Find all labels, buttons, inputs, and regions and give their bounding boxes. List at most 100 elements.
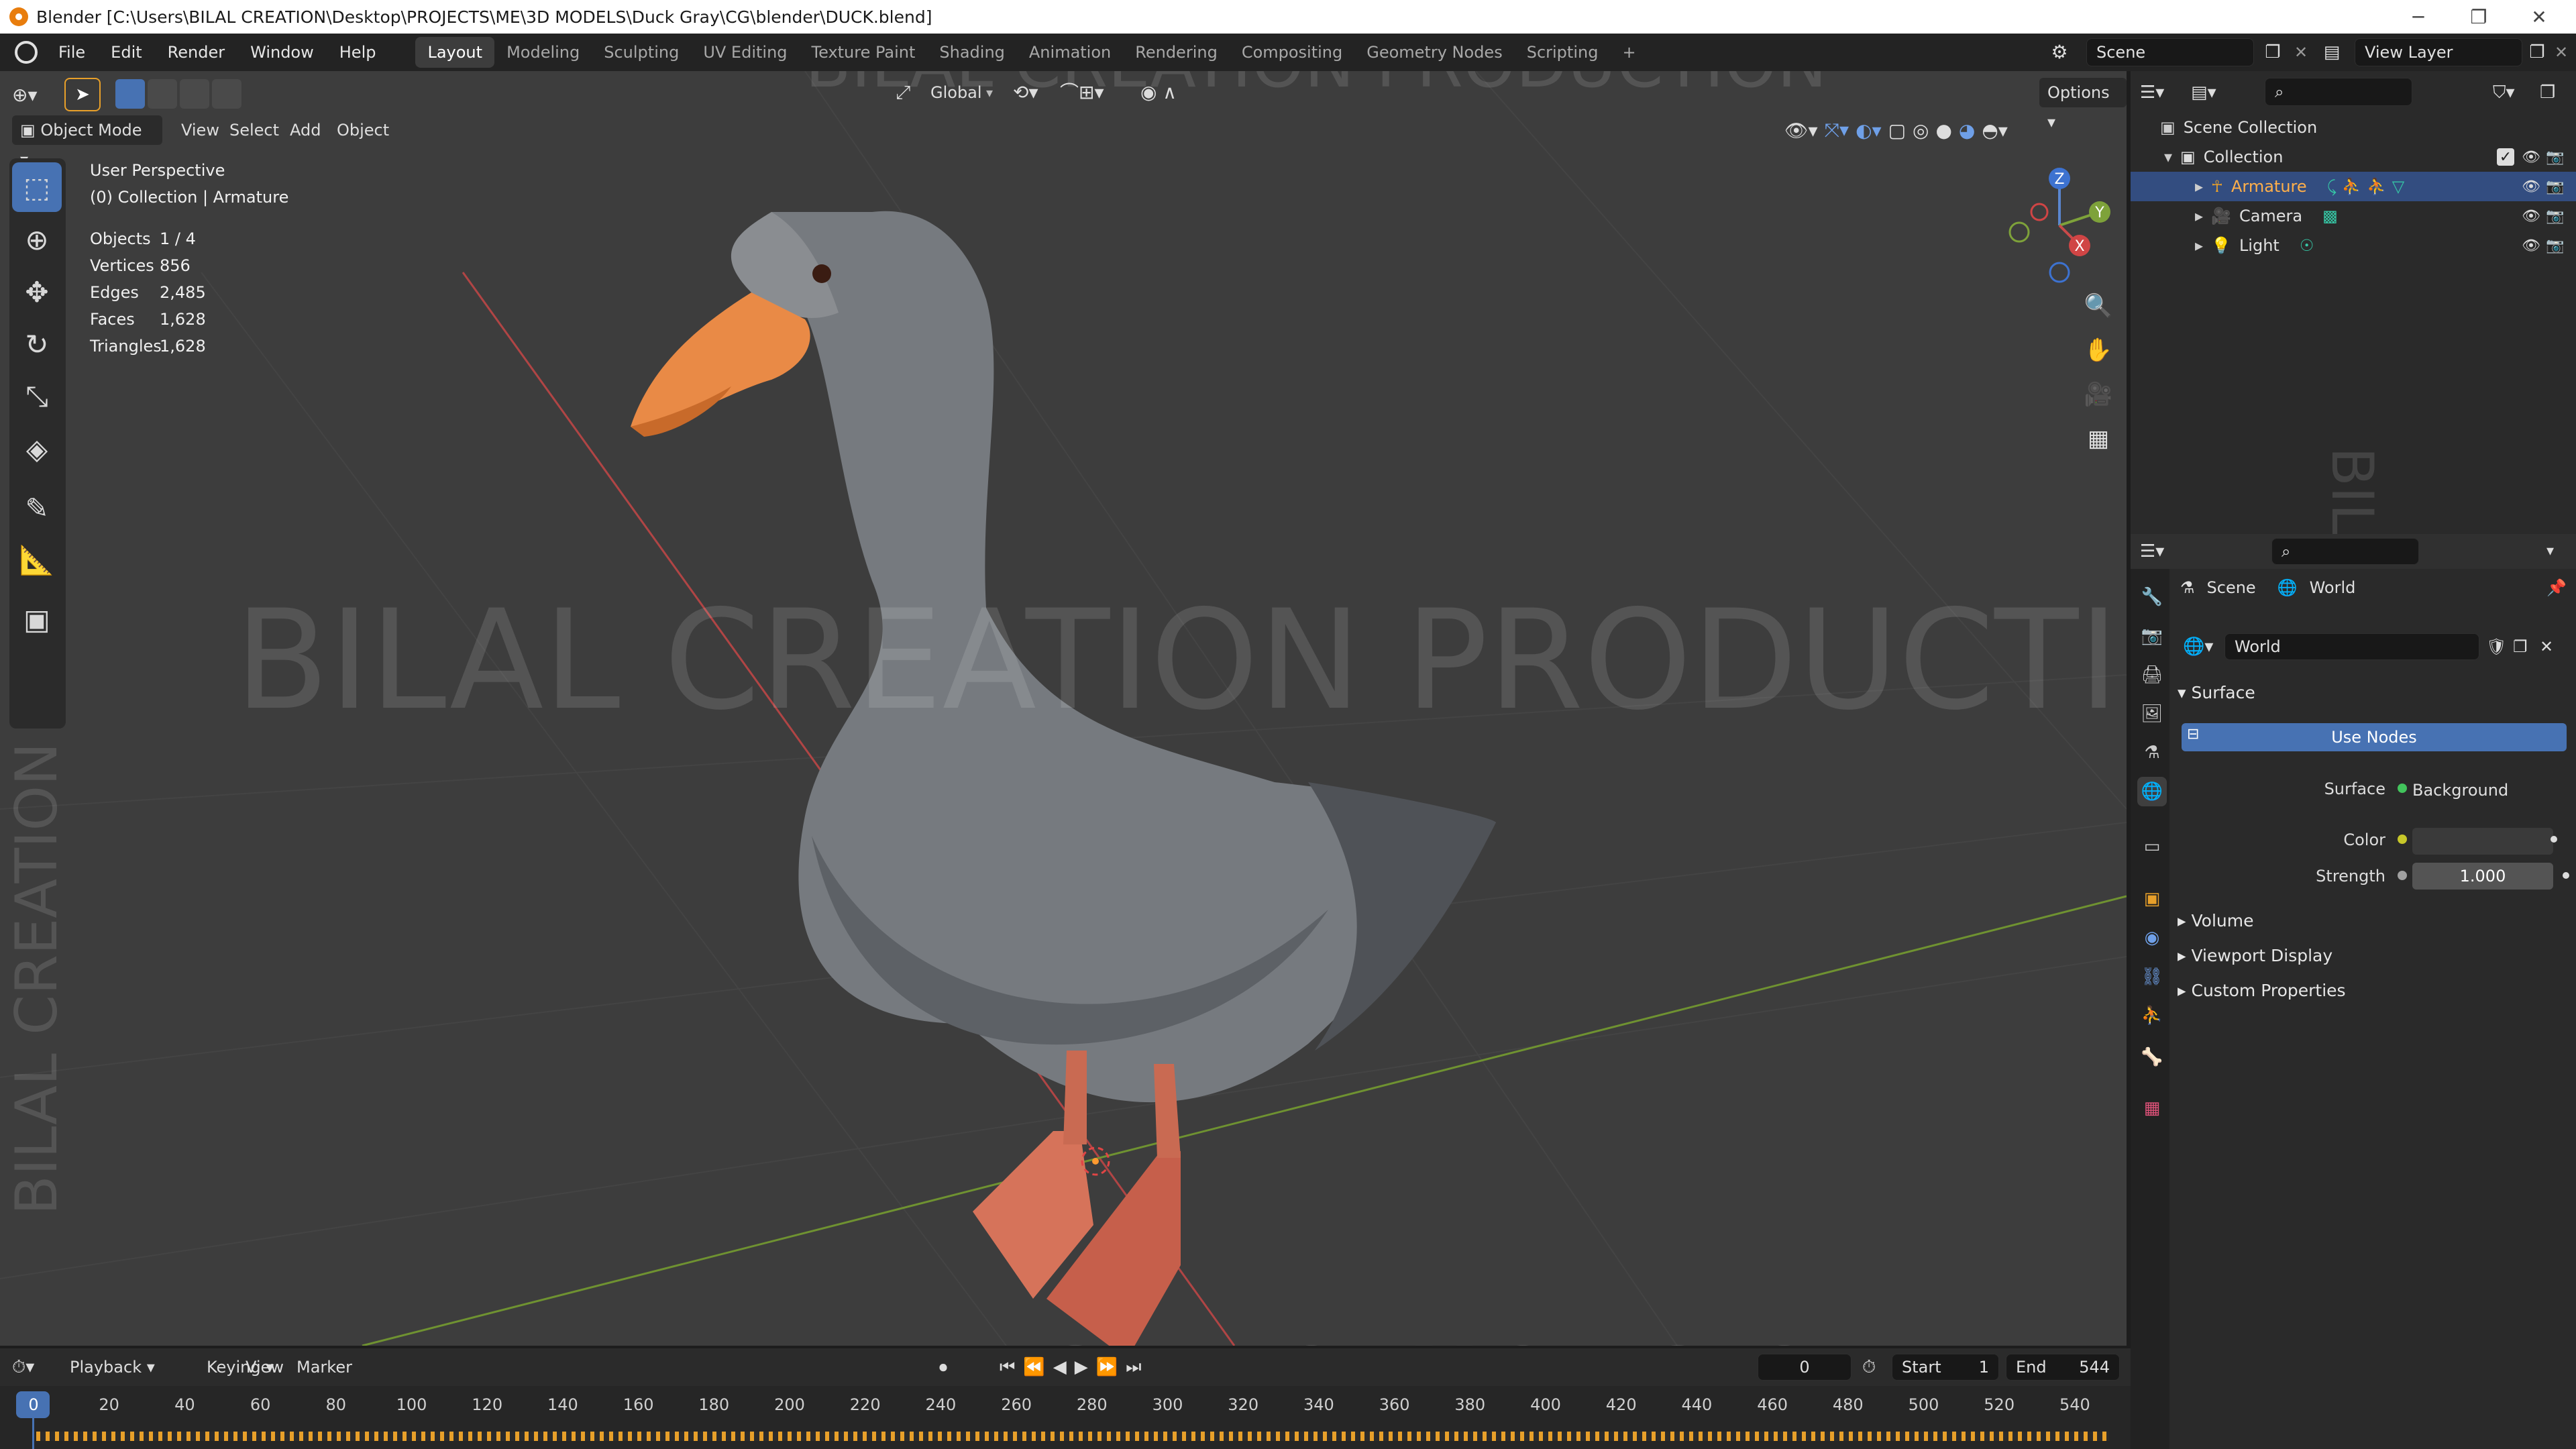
restore-button[interactable]: ❐ (2449, 0, 2509, 34)
tab-uv-editing[interactable]: UV Editing (691, 37, 799, 68)
scale-tool-icon[interactable]: ⤡ (12, 372, 62, 421)
world-browse-icon[interactable]: 🌐▾ (2183, 633, 2223, 660)
tab-compositing[interactable]: Compositing (1230, 37, 1354, 68)
expand-arrow-icon[interactable]: ▸ (2195, 177, 2203, 196)
texture-tab-icon[interactable]: ▦ (2137, 1093, 2167, 1123)
new-view-layer-icon[interactable]: ❐ (2525, 39, 2549, 66)
surface-shader-field[interactable]: Background (2412, 777, 2567, 804)
outliner-editor-icon[interactable]: ☰▾ (2140, 78, 2180, 107)
tab-layout[interactable]: Layout (415, 37, 495, 68)
select-tool-icon[interactable]: ➤ (64, 78, 101, 111)
transform-tool-icon[interactable]: ◈ (12, 424, 62, 474)
menu-add[interactable]: Add (282, 115, 329, 145)
pivot-point-icon[interactable]: ⟲▾ (1013, 78, 1053, 107)
new-collection-icon[interactable]: ❐ (2540, 78, 2567, 107)
render-camera-icon[interactable]: 📷 (2546, 207, 2564, 225)
render-tab-icon[interactable]: 📷 (2137, 621, 2167, 651)
overlay-toggle-icon[interactable]: ◐▾ (1856, 119, 1882, 142)
select-subtract-icon[interactable] (180, 79, 209, 109)
volume-panel-header[interactable]: ▸ Volume (2178, 911, 2253, 930)
navigation-gizmo[interactable]: Z Y X (1999, 158, 2120, 292)
minimize-button[interactable]: ─ (2388, 0, 2449, 34)
solid-shading-icon[interactable]: ● (1935, 119, 1951, 142)
rotate-tool-icon[interactable]: ↻ (12, 319, 62, 369)
menu-select[interactable]: Select (221, 115, 287, 145)
add-cube-tool-icon[interactable]: ▣ (12, 594, 62, 644)
view-layer-icon[interactable]: ▤ (2318, 39, 2345, 66)
visibility-eye-icon[interactable]: 👁 (2522, 237, 2540, 254)
unlink-icon[interactable]: ✕ (2540, 633, 2564, 660)
rendered-shading-icon[interactable]: ◓▾ (1982, 119, 2008, 142)
scene-tab-icon[interactable]: ⚗ (2137, 738, 2167, 767)
view-layer-field[interactable]: View Layer (2355, 38, 2522, 66)
add-workspace-button[interactable]: + (1610, 37, 1648, 68)
select-invert-icon[interactable] (212, 79, 241, 109)
annotate-tool-icon[interactable]: ✎ (12, 483, 62, 533)
properties-search-input[interactable]: ⌕ (2271, 538, 2419, 565)
keyframe-strip[interactable] (36, 1432, 2109, 1441)
properties-editor-icon[interactable]: ☰▾ (2140, 538, 2180, 565)
menu-window[interactable]: Window (237, 38, 327, 67)
visibility-eye-icon[interactable]: 👁 (2522, 178, 2540, 195)
delete-scene-icon[interactable]: ✕ (2288, 39, 2314, 66)
cursor-tool-icon[interactable]: ⊕ (12, 215, 62, 264)
zoom-icon[interactable]: 🔍 (2077, 284, 2120, 327)
proportional-edit-icon[interactable]: ◉ ∧ (1140, 78, 1201, 107)
stopwatch-icon[interactable]: ⏱ (1862, 1354, 1889, 1381)
options-dropdown[interactable]: Options ▾ (2039, 78, 2127, 131)
expand-arrow-icon[interactable]: ▾ (2164, 148, 2172, 166)
menu-view[interactable]: View (237, 1352, 292, 1382)
ortho-toggle-icon[interactable]: ▦ (2077, 417, 2120, 460)
snap-icon[interactable]: ⌒⊞▾ (1060, 78, 1134, 107)
tab-geometry-nodes[interactable]: Geometry Nodes (1354, 37, 1514, 68)
tab-scripting[interactable]: Scripting (1515, 37, 1611, 68)
editor-type-icon[interactable]: ⊕▾ (12, 80, 59, 110)
scene-icon[interactable]: ⚙ (2046, 39, 2073, 66)
scene-collection-row[interactable]: ▣ Scene Collection (2131, 113, 2576, 142)
data-tab-icon[interactable]: ⛹ (2137, 1001, 2167, 1030)
display-mode-icon[interactable]: ▤▾ (2191, 78, 2231, 107)
use-nodes-button[interactable]: Use Nodes (2182, 723, 2567, 751)
visibility-icon[interactable]: 👁▾ (1784, 119, 1818, 142)
keyframe-dot-icon[interactable] (2551, 836, 2557, 843)
close-button[interactable]: ✕ (2509, 0, 2569, 34)
collection-row[interactable]: ▾ ▣ Collection ✓ 👁 📷 (2131, 142, 2576, 172)
menu-object[interactable]: Object (329, 115, 397, 145)
end-frame-field[interactable]: End 544 (2006, 1354, 2120, 1381)
chevron-down-icon[interactable]: ▾ (2546, 538, 2567, 565)
menu-view[interactable]: View (173, 115, 227, 145)
timeline-editor-icon[interactable]: ⏱▾ (12, 1354, 52, 1381)
bone-tab-icon[interactable]: 🦴 (2137, 1042, 2167, 1072)
select-box-tool-icon[interactable]: ⬚ (12, 162, 62, 212)
keyframe-dot-icon[interactable] (2563, 872, 2569, 879)
custom-properties-panel-header[interactable]: ▸ Custom Properties (2178, 981, 2346, 1000)
outliner-item-camera[interactable]: ▸ 🎥 Camera ▩ 👁 📷 (2131, 201, 2576, 231)
material-shading-icon[interactable]: ◕ (1959, 119, 1975, 142)
pan-hand-icon[interactable]: ✋ (2077, 329, 2120, 372)
output-tab-icon[interactable]: 🖨 (2137, 660, 2167, 690)
duplicate-icon[interactable]: ❐ (2513, 633, 2537, 660)
xray-toggle-icon[interactable]: ▢ (1888, 119, 1906, 142)
gizmo-toggle-icon[interactable]: ⤧▾ (1825, 119, 1849, 142)
measure-tool-icon[interactable]: 📐 (12, 535, 62, 585)
playhead-line[interactable] (32, 1415, 34, 1449)
start-frame-field[interactable]: Start 1 (1892, 1354, 1999, 1381)
tab-animation[interactable]: Animation (1017, 37, 1123, 68)
mode-dropdown[interactable]: ▣ Object Mode ▾ (12, 115, 162, 169)
select-extend-icon[interactable] (148, 79, 177, 109)
exclude-checkbox[interactable]: ✓ (2497, 148, 2514, 166)
outliner-item-armature[interactable]: ▸ ☥ Armature ⤹ ⛹ ⛹ ▽ 👁 📷 (2131, 172, 2576, 201)
blender-menu-icon[interactable] (15, 41, 38, 64)
color-swatch[interactable] (2412, 828, 2553, 855)
menu-help[interactable]: Help (327, 38, 389, 67)
render-camera-icon[interactable]: 📷 (2546, 237, 2564, 254)
viewport-display-panel-header[interactable]: ▸ Viewport Display (2178, 946, 2332, 965)
tool-tab-icon[interactable]: 🔧 (2137, 582, 2167, 612)
visibility-eye-icon[interactable]: 👁 (2522, 207, 2540, 225)
new-scene-icon[interactable]: ❐ (2259, 39, 2286, 66)
menu-render[interactable]: Render (155, 38, 237, 67)
tab-modeling[interactable]: Modeling (494, 37, 592, 68)
expand-arrow-icon[interactable]: ▸ (2195, 207, 2203, 225)
visibility-eye-icon[interactable]: 👁 (2522, 148, 2540, 166)
render-camera-icon[interactable]: 📷 (2546, 148, 2564, 166)
